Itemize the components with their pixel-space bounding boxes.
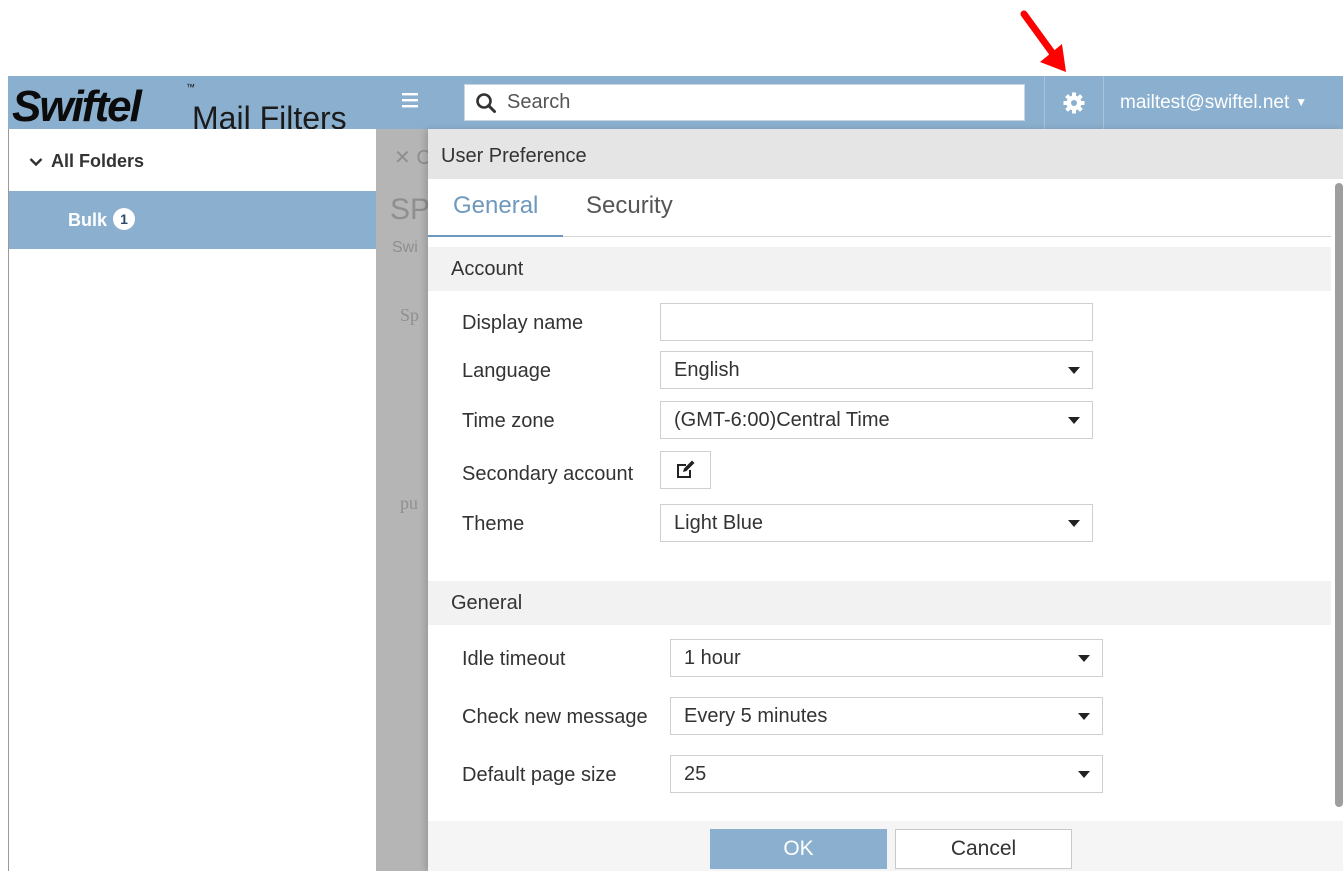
- check-new-message-select[interactable]: Every 5 minutes: [670, 697, 1103, 735]
- idle-timeout-value: 1 hour: [684, 647, 741, 669]
- search-box: [464, 84, 1025, 121]
- sidebar-item-bulk[interactable]: Bulk 1: [9, 191, 376, 249]
- section-header-account: Account: [428, 247, 1331, 291]
- search-icon: [476, 93, 496, 113]
- secondary-account-label: Secondary account: [462, 463, 634, 485]
- search-input[interactable]: [505, 85, 1015, 120]
- dropdown-arrow-icon: [1068, 520, 1080, 527]
- timezone-select[interactable]: (GMT-6:00)Central Time: [660, 401, 1093, 439]
- background-text: Sp: [400, 305, 420, 325]
- language-select[interactable]: English: [660, 351, 1093, 389]
- edit-secondary-account-button[interactable]: [660, 451, 711, 489]
- dropdown-arrow-icon: [1068, 417, 1080, 424]
- user-preference-dialog: User Preference General Security Account…: [428, 129, 1343, 871]
- theme-label: Theme: [462, 513, 525, 535]
- check-new-message-label: Check new message: [462, 706, 648, 728]
- account-menu[interactable]: mailtest@swiftel.net ▼: [1112, 76, 1343, 129]
- background-subheading: Swi: [392, 239, 418, 256]
- dropdown-arrow-icon: [1078, 655, 1090, 662]
- timezone-label: Time zone: [462, 410, 555, 432]
- edit-icon: [677, 460, 695, 478]
- idle-timeout-select[interactable]: 1 hour: [670, 639, 1103, 677]
- divider: [1103, 76, 1104, 129]
- dropdown-arrow-icon: [1078, 771, 1090, 778]
- background-text: pu: [400, 493, 418, 513]
- language-label: Language: [462, 360, 551, 382]
- background-close-label: ✕ C: [394, 147, 431, 169]
- account-email: mailtest@swiftel.net: [1120, 92, 1290, 113]
- cancel-button[interactable]: Cancel: [895, 829, 1072, 869]
- tab-general[interactable]: General: [428, 179, 563, 237]
- display-name-field[interactable]: [660, 303, 1093, 341]
- ok-button[interactable]: OK: [710, 829, 887, 869]
- tab-bar: General Security: [428, 179, 1331, 237]
- timezone-value: (GMT-6:00)Central Time: [674, 409, 890, 431]
- gear-icon[interactable]: [1062, 91, 1086, 115]
- logo: Swiftel ™ Mail Filters: [8, 76, 378, 129]
- display-name-label: Display name: [462, 312, 584, 334]
- chevron-down-icon: [21, 143, 51, 183]
- all-folders-toggle[interactable]: All Folders: [9, 141, 376, 181]
- count-badge: 1: [113, 208, 136, 230]
- logo-text: Mail Filters: [192, 100, 347, 129]
- language-value: English: [674, 359, 740, 381]
- tab-security[interactable]: Security: [586, 179, 696, 237]
- dropdown-arrow-icon: [1078, 713, 1090, 720]
- dropdown-arrow-icon: [1068, 367, 1080, 374]
- all-folders-label: All Folders: [51, 151, 145, 171]
- display-name-input[interactable]: [674, 304, 1092, 341]
- idle-timeout-label: Idle timeout: [462, 648, 566, 670]
- red-arrow-icon: [1020, 10, 1066, 72]
- divider: [1044, 76, 1045, 129]
- dialog-title: User Preference: [428, 129, 1343, 179]
- theme-value: Light Blue: [674, 512, 763, 534]
- sidebar-item-label: Bulk: [68, 210, 108, 230]
- background-heading: SP: [390, 193, 431, 226]
- section-header-general: General: [428, 581, 1331, 625]
- check-new-message-value: Every 5 minutes: [684, 705, 828, 727]
- scrollbar[interactable]: [1335, 183, 1343, 807]
- default-page-size-label: Default page size: [462, 764, 617, 786]
- top-bar: Swiftel ™ Mail Filters Search mailtest@s…: [8, 76, 1343, 129]
- logo-trademark: ™: [186, 82, 195, 92]
- default-page-size-select[interactable]: 25: [670, 755, 1103, 793]
- default-page-size-value: 25: [684, 763, 707, 785]
- chevron-down-icon: ▼: [1295, 95, 1308, 109]
- logo-mark: Swiftel: [12, 82, 142, 129]
- sidebar: All Folders Bulk 1: [9, 129, 376, 871]
- hamburger-icon[interactable]: [400, 87, 422, 113]
- theme-select[interactable]: Light Blue: [660, 504, 1093, 542]
